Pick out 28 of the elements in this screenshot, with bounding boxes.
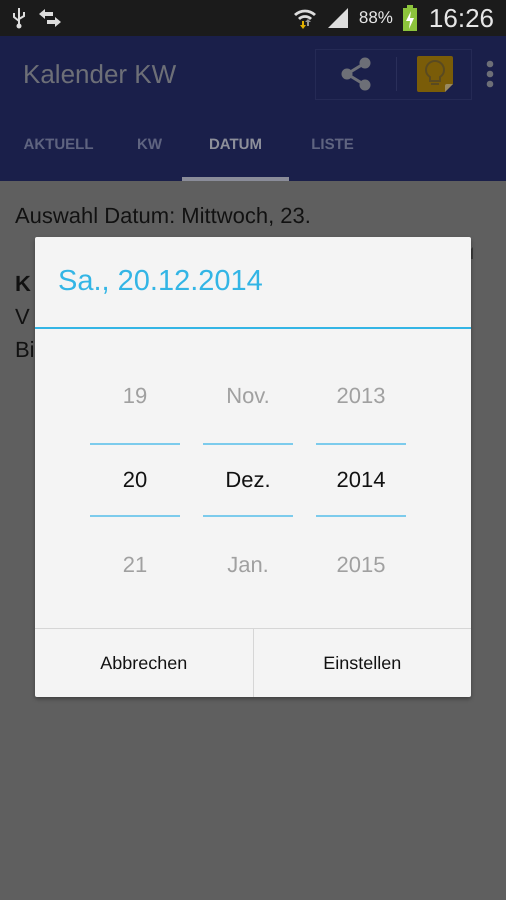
picker-value[interactable]: 2015 (316, 516, 406, 613)
app-title: Kalender KW (23, 58, 178, 90)
cancel-button[interactable]: Abbrechen (35, 629, 252, 697)
tab[interactable]: AKTUELL (0, 112, 117, 181)
picker-value[interactable]: Nov. (203, 354, 293, 438)
battery-icon (402, 5, 417, 31)
picker-value[interactable]: 19 (90, 354, 180, 438)
overflow-menu-icon[interactable] (486, 60, 494, 88)
picker-value[interactable]: 2013 (316, 354, 406, 438)
picker-value[interactable]: 20 (90, 442, 180, 517)
partial-text: Bi (15, 336, 35, 364)
dialog-title: Sa., 20.12.2014 (35, 237, 471, 329)
partial-text: V (15, 303, 30, 331)
partial-text: K (15, 270, 31, 298)
signal-icon (326, 7, 349, 29)
clock-time: 16:26 (428, 2, 494, 34)
selected-date-text: Auswahl Datum: Mittwoch, 23. (15, 203, 312, 229)
usb-icon (10, 7, 28, 29)
tab[interactable]: LISTE (289, 112, 376, 181)
battery-percent: 88% (358, 8, 393, 28)
picker-value[interactable]: 21 (90, 516, 180, 613)
tab[interactable]: KW (117, 112, 182, 181)
tab[interactable]: DATUM (182, 112, 289, 181)
set-button[interactable]: Einstellen (252, 629, 471, 697)
picker-value[interactable]: Jan. (203, 516, 293, 613)
sync-arrows-icon (38, 9, 62, 27)
picker-value[interactable]: Dez. (203, 442, 293, 517)
picker-value[interactable]: 2014 (316, 442, 406, 517)
